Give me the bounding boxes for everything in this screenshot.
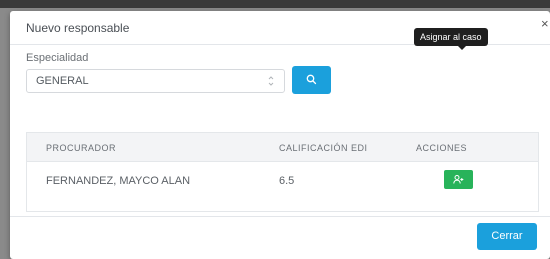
column-header-procurador: PROCURADOR	[46, 143, 117, 153]
user-add-icon	[453, 175, 464, 184]
assign-case-button[interactable]	[444, 170, 473, 189]
calificacion-value: 6.5	[279, 175, 295, 187]
procurador-name: FERNANDEZ, MAYCO ALAN	[46, 175, 191, 187]
responsible-table: PROCURADOR CALIFICACIÓN EDI ACCIONES FER…	[26, 132, 539, 212]
specialty-select-value: GENERAL	[36, 75, 89, 87]
search-icon	[306, 74, 317, 85]
new-responsible-modal: Nuevo responsable × Especialidad GENERAL…	[10, 11, 550, 259]
background-topbar	[0, 0, 550, 8]
assign-tooltip: Asignar al caso	[414, 28, 488, 46]
specialty-select[interactable]: GENERAL	[26, 69, 285, 93]
table-row: FERNANDEZ, MAYCO ALAN 6.5	[27, 162, 538, 202]
specialty-label: Especialidad	[26, 52, 89, 64]
tooltip-arrow	[458, 46, 466, 50]
modal-title: Nuevo responsable	[26, 21, 130, 35]
search-button[interactable]	[292, 66, 331, 94]
modal-footer-divider	[10, 216, 550, 217]
close-button[interactable]: Cerrar	[477, 223, 537, 250]
select-arrows-icon	[268, 76, 274, 86]
column-header-calificacion: CALIFICACIÓN EDI	[279, 143, 368, 153]
close-icon[interactable]: ×	[541, 17, 550, 31]
column-header-acciones: ACCIONES	[416, 143, 468, 153]
table-header: PROCURADOR CALIFICACIÓN EDI ACCIONES	[27, 133, 538, 162]
